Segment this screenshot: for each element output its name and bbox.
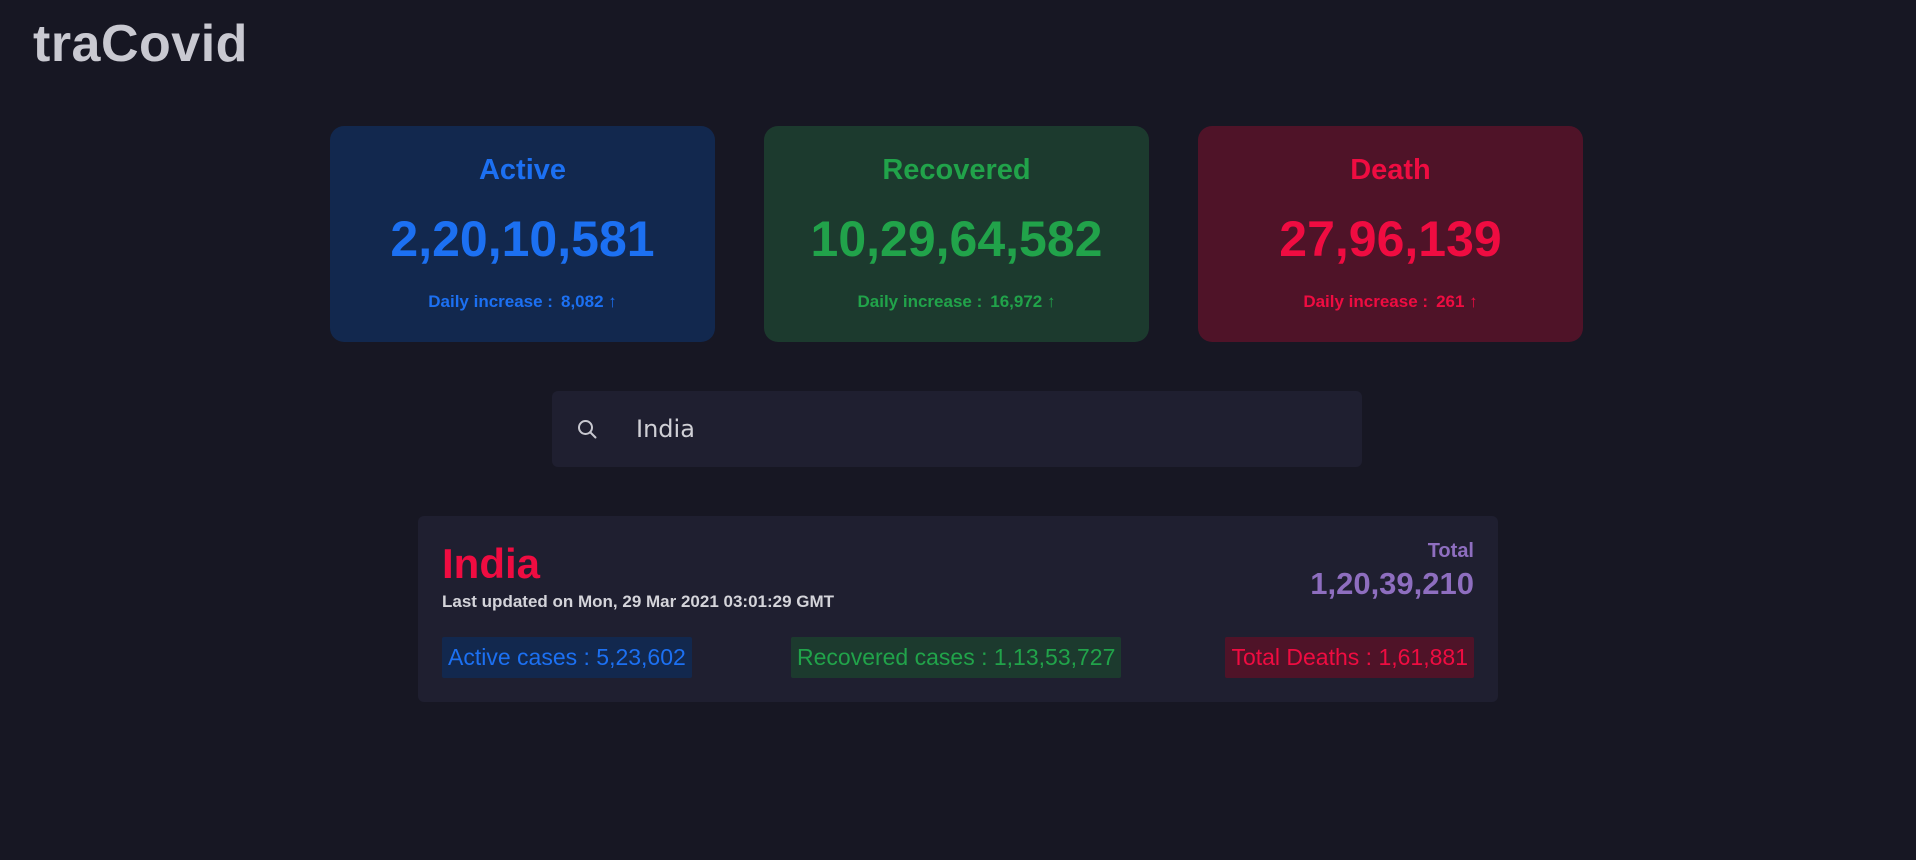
death-daily-increase: Daily increase : 261 ↑ bbox=[1198, 292, 1583, 312]
arrow-up-icon: ↑ bbox=[1046, 292, 1056, 311]
app-logo-title: traCovid bbox=[33, 15, 248, 73]
country-search-bar bbox=[552, 391, 1362, 467]
recovered-stat-card: Recovered 10,29,64,582 Daily increase : 1… bbox=[764, 126, 1149, 342]
search-icon[interactable] bbox=[576, 418, 598, 440]
death-label: Death bbox=[1350, 154, 1431, 186]
recovered-daily-label: Daily increase : bbox=[857, 292, 983, 311]
country-name: India bbox=[442, 540, 541, 587]
arrow-up-icon: ↑ bbox=[1469, 292, 1478, 311]
recovered-cases-badge: Recovered cases : 1,13,53,727 bbox=[791, 637, 1122, 678]
active-daily-increase: Daily increase : 8,082 ↑ bbox=[330, 292, 715, 312]
active-daily-label: Daily increase : bbox=[428, 292, 553, 311]
country-result-card: India Last updated on Mon, 29 Mar 2021 0… bbox=[418, 516, 1498, 702]
total-label: Total bbox=[1427, 540, 1474, 562]
recovered-label: Recovered bbox=[882, 154, 1031, 186]
recovered-daily-increase: Daily increase : 16,972 ↑ bbox=[764, 292, 1149, 312]
death-daily-value: 261 bbox=[1436, 292, 1465, 311]
total-value: 1,20,39,210 bbox=[1310, 566, 1474, 601]
recovered-count: 10,29,64,582 bbox=[810, 211, 1103, 267]
last-updated-text: Last updated on Mon, 29 Mar 2021 03:01:2… bbox=[442, 592, 835, 611]
active-label: Active bbox=[478, 154, 567, 186]
death-stat-card: Death 27,96,139 Daily increase : 261 ↑ bbox=[1198, 126, 1583, 342]
active-daily-value: 8,082 bbox=[560, 292, 604, 311]
active-stat-card: Active 2,20,10,581 Daily increase : 8,082… bbox=[330, 126, 715, 342]
recovered-daily-value: 16,972 bbox=[990, 292, 1043, 311]
death-count: 27,96,139 bbox=[1279, 211, 1502, 267]
death-daily-label: Daily increase : bbox=[1303, 292, 1429, 311]
arrow-up-icon: ↑ bbox=[608, 292, 617, 311]
active-count: 2,20,10,581 bbox=[390, 211, 655, 267]
total-deaths-badge: Total Deaths : 1,61,881 bbox=[1225, 637, 1474, 678]
active-cases-badge: Active cases : 5,23,602 bbox=[442, 637, 692, 678]
search-input[interactable] bbox=[636, 391, 1336, 467]
